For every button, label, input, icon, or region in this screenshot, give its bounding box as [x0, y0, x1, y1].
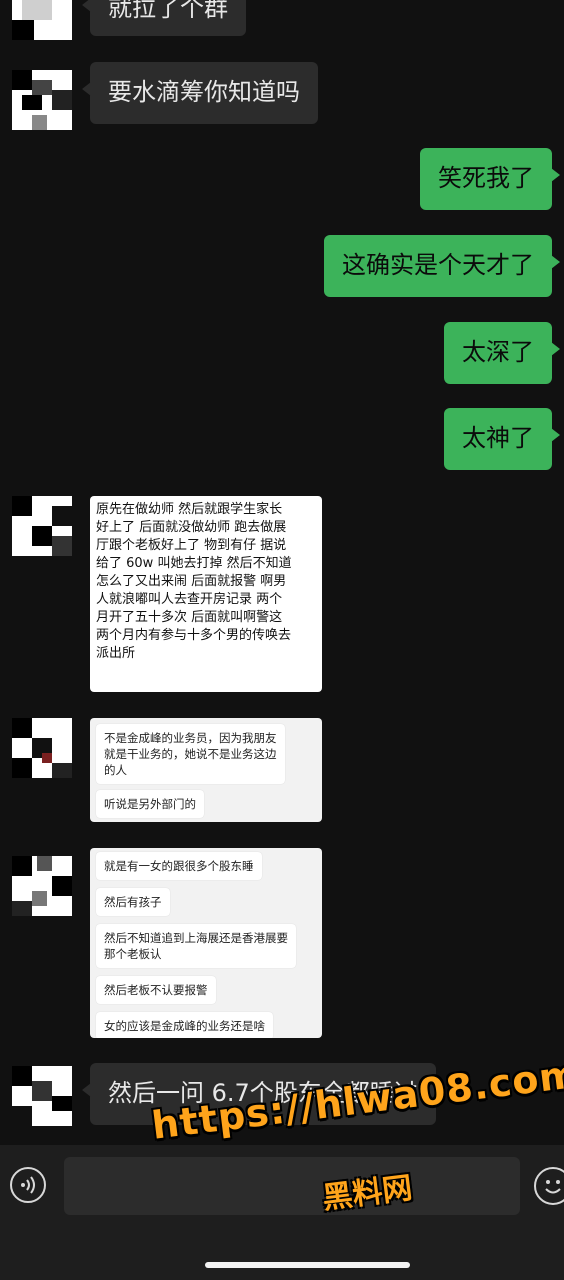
- quoted-message-card: 然后有孩子: [96, 888, 170, 916]
- message-bubble[interactable]: 要水滴筹你知道吗: [82, 62, 318, 124]
- avatar[interactable]: [12, 70, 72, 130]
- avatar[interactable]: [12, 1066, 72, 1126]
- voice-input-icon[interactable]: [10, 1167, 46, 1203]
- quoted-message-card: 不是金成峰的业务员，因为我朋友 就是干业务的，她说不是业务这边 的人: [96, 724, 285, 784]
- avatar[interactable]: [12, 856, 72, 916]
- image-message[interactable]: 不是金成峰的业务员，因为我朋友 就是干业务的，她说不是业务这边 的人 听说是另外…: [90, 718, 322, 822]
- avatar[interactable]: [12, 0, 72, 40]
- sent-message-bubble[interactable]: 太神了: [444, 408, 560, 470]
- quoted-message-card: 然后老板不认要报警: [96, 976, 216, 1004]
- note-text: 原先在做幼师 然后就跟学生家长 好上了 后面就没做幼师 跑去做展 厅跟个老板好上…: [96, 502, 292, 661]
- message-text: 要水滴筹你知道吗: [108, 78, 300, 106]
- sent-message-bubble[interactable]: 太深了: [444, 322, 560, 384]
- message-text: 笑死我了: [438, 164, 534, 192]
- message-text: 太深了: [462, 338, 534, 366]
- message-input[interactable]: [64, 1157, 520, 1215]
- quoted-message-card: 就是有一女的跟很多个股东睡: [96, 852, 262, 880]
- emoji-icon[interactable]: [534, 1167, 564, 1205]
- quoted-message-card: 然后不知道追到上海展还是香港展要 那个老板认: [96, 924, 296, 968]
- image-message[interactable]: 就是有一女的跟很多个股东睡 然后有孩子 然后不知道追到上海展还是香港展要 那个老…: [90, 848, 322, 1038]
- sent-message-bubble[interactable]: 笑死我了: [420, 148, 560, 210]
- avatar[interactable]: [12, 496, 72, 556]
- chat-area: 就拉了个群 要水滴筹你知道吗 笑死我了 这确实是个天才了 太深了 太神了 原先在…: [0, 0, 564, 1145]
- message-bubble[interactable]: 就拉了个群: [82, 0, 246, 36]
- quoted-message-card: 女的应该是金成峰的业务还是啥: [96, 1012, 273, 1038]
- message-text: 就拉了个群: [108, 0, 228, 22]
- quoted-message-card: 听说是另外部门的: [96, 790, 204, 818]
- input-toolbar: [0, 1145, 564, 1280]
- avatar[interactable]: [12, 718, 72, 778]
- image-message[interactable]: 原先在做幼师 然后就跟学生家长 好上了 后面就没做幼师 跑去做展 厅跟个老板好上…: [90, 496, 322, 692]
- sent-message-bubble[interactable]: 这确实是个天才了: [324, 235, 560, 297]
- message-text: 太神了: [462, 424, 534, 452]
- home-indicator[interactable]: [205, 1262, 410, 1268]
- message-text: 这确实是个天才了: [342, 251, 534, 279]
